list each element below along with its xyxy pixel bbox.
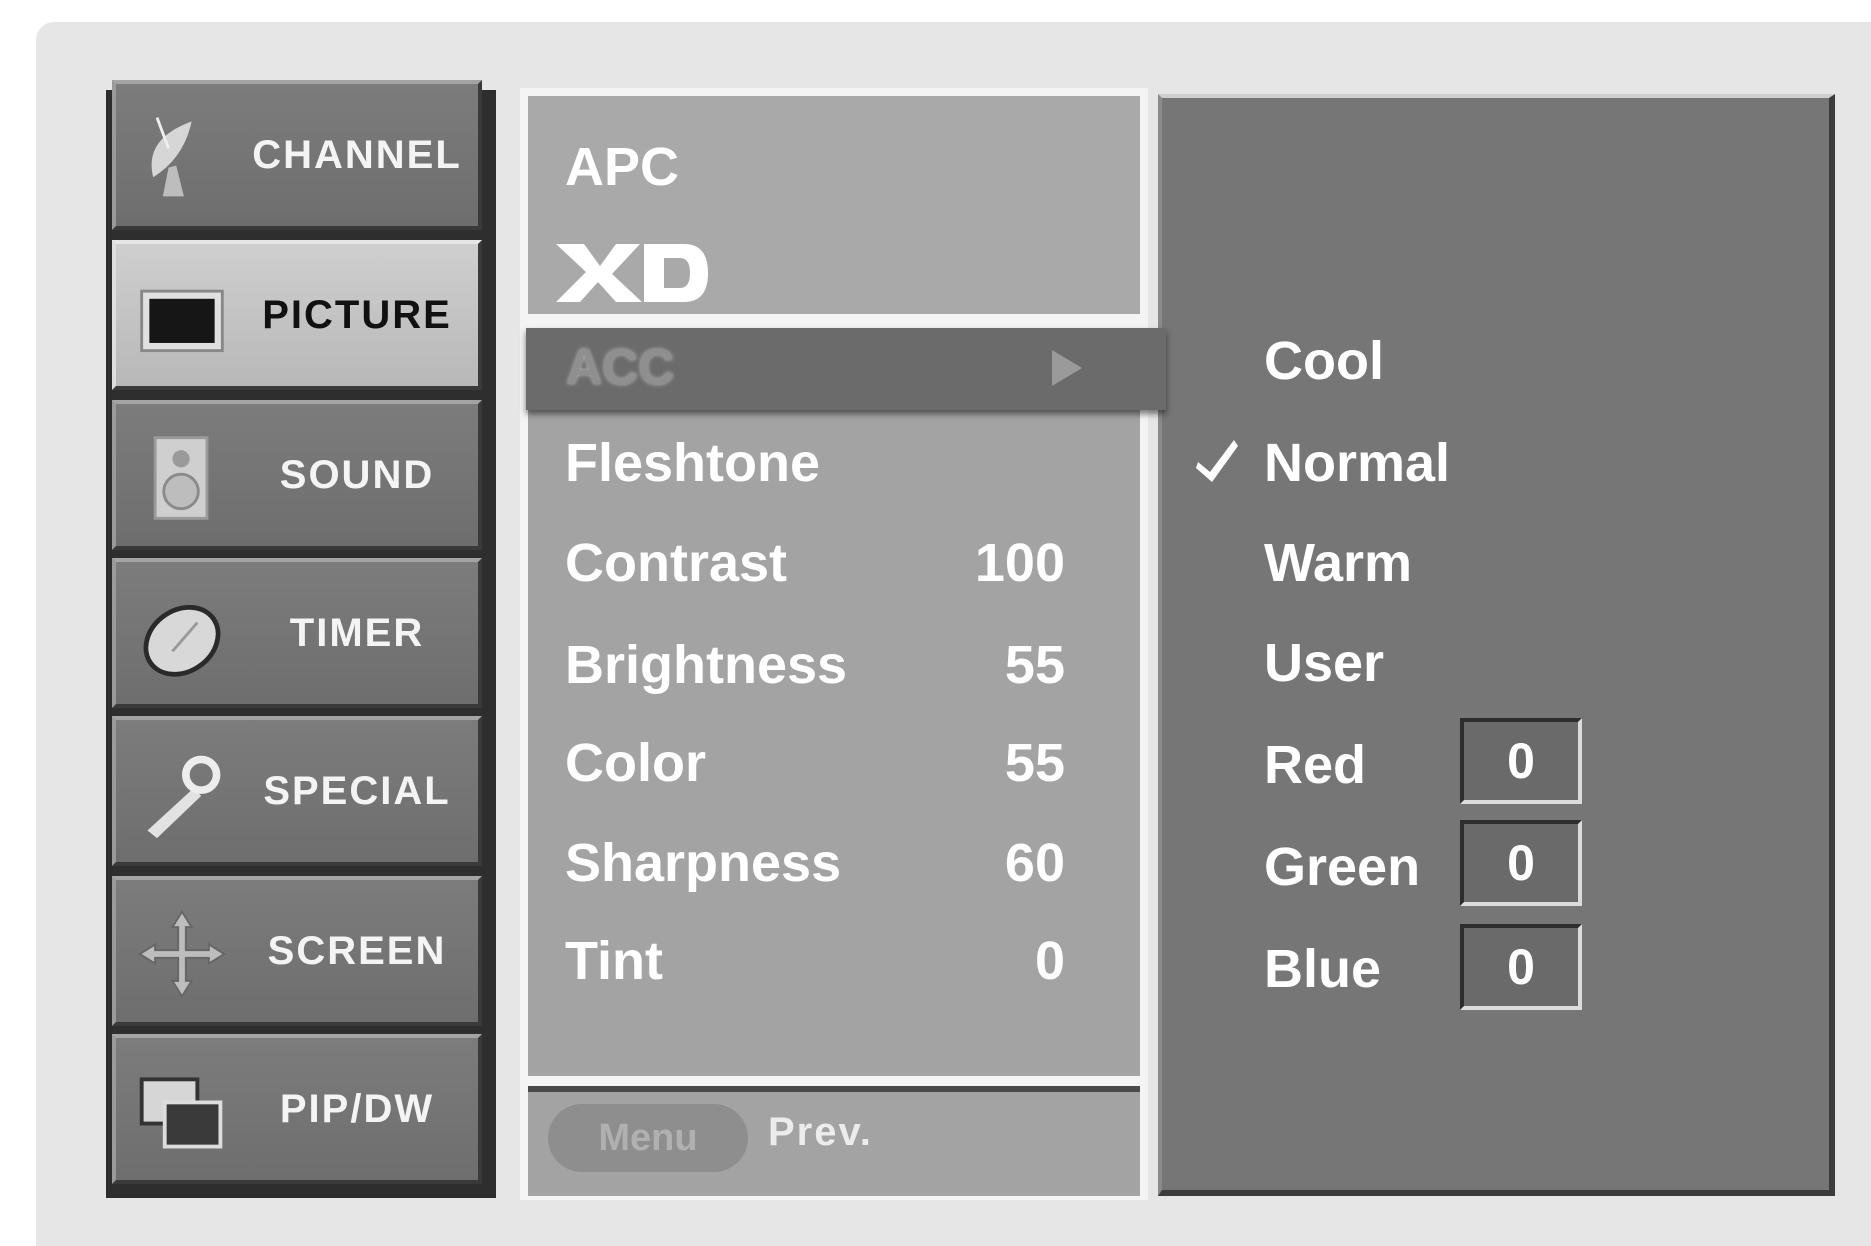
acc-label: ACC: [566, 339, 675, 395]
color-temperature-panel: [1158, 94, 1835, 1196]
option-value: 55: [1004, 733, 1065, 793]
option-value: 0: [1034, 931, 1065, 991]
color-temp-cool[interactable]: Cool: [1264, 330, 1384, 392]
option-value: 55: [1004, 635, 1065, 695]
option-name: Sharpness: [565, 833, 842, 893]
option-value: 100: [974, 533, 1065, 593]
category-label: SPECIAL: [263, 768, 451, 813]
user-red-label: Red: [1264, 735, 1367, 795]
color-temp-warm[interactable]: Warm: [1264, 532, 1412, 594]
category-picture[interactable]: PICTURE: [112, 240, 482, 390]
option-color[interactable]: Color 55: [565, 732, 1065, 802]
menu-button[interactable]: Menu: [548, 1104, 748, 1172]
apc-option[interactable]: APC: [565, 136, 679, 198]
category-screen[interactable]: SCREEN: [112, 876, 482, 1026]
user-red-value[interactable]: 0: [1460, 718, 1582, 804]
wrench-icon: [134, 746, 230, 842]
color-temp-normal[interactable]: Normal: [1264, 432, 1450, 494]
acc-option-selected[interactable]: ACC: [526, 328, 1166, 410]
user-green-value[interactable]: 0: [1460, 820, 1582, 906]
category-label: SCREEN: [267, 928, 447, 973]
move-arrows-icon: [134, 906, 230, 1002]
tv-screen-icon: [134, 270, 230, 366]
category-label: SOUND: [279, 452, 435, 497]
option-tint[interactable]: Tint 0: [565, 930, 1065, 1000]
clock-icon: [134, 588, 230, 684]
speaker-icon: [134, 430, 230, 526]
option-sharpness[interactable]: Sharpness 60: [565, 832, 1065, 902]
svg-text:XD: XD: [554, 240, 556, 241]
option-name: Contrast: [565, 533, 788, 593]
xd-logo[interactable]: XD: [554, 240, 710, 306]
category-sound[interactable]: SOUND: [112, 400, 482, 550]
checkmark-icon: [1196, 440, 1238, 482]
category-pip-dw[interactable]: PIP/DW: [112, 1034, 482, 1184]
option-contrast[interactable]: Contrast 100: [565, 532, 1065, 602]
user-blue-value[interactable]: 0: [1460, 924, 1582, 1010]
category-label: PICTURE: [262, 292, 452, 337]
option-name: Tint: [565, 931, 663, 991]
satellite-dish-icon: [134, 110, 230, 206]
option-name: Brightness: [565, 635, 848, 695]
user-blue-label: Blue: [1264, 939, 1382, 999]
category-special[interactable]: SPECIAL: [112, 716, 482, 866]
option-brightness[interactable]: Brightness 55: [565, 634, 1065, 704]
category-label: TIMER: [289, 610, 425, 655]
user-green-label: Green: [1264, 837, 1421, 897]
option-name: Fleshtone: [565, 433, 821, 493]
play-arrow-icon: [1052, 350, 1082, 386]
category-label: PIP/DW: [279, 1086, 435, 1131]
option-name: Color: [565, 733, 706, 793]
category-channel[interactable]: CHANNEL: [112, 80, 482, 230]
prev-label: Prev.: [768, 1110, 873, 1154]
category-label: CHANNEL: [252, 132, 462, 177]
color-temp-user[interactable]: User: [1264, 632, 1384, 694]
option-fleshtone[interactable]: Fleshtone: [565, 432, 1065, 502]
category-timer[interactable]: TIMER: [112, 558, 482, 708]
pip-windows-icon: [134, 1064, 230, 1160]
option-value: 60: [1004, 833, 1065, 893]
